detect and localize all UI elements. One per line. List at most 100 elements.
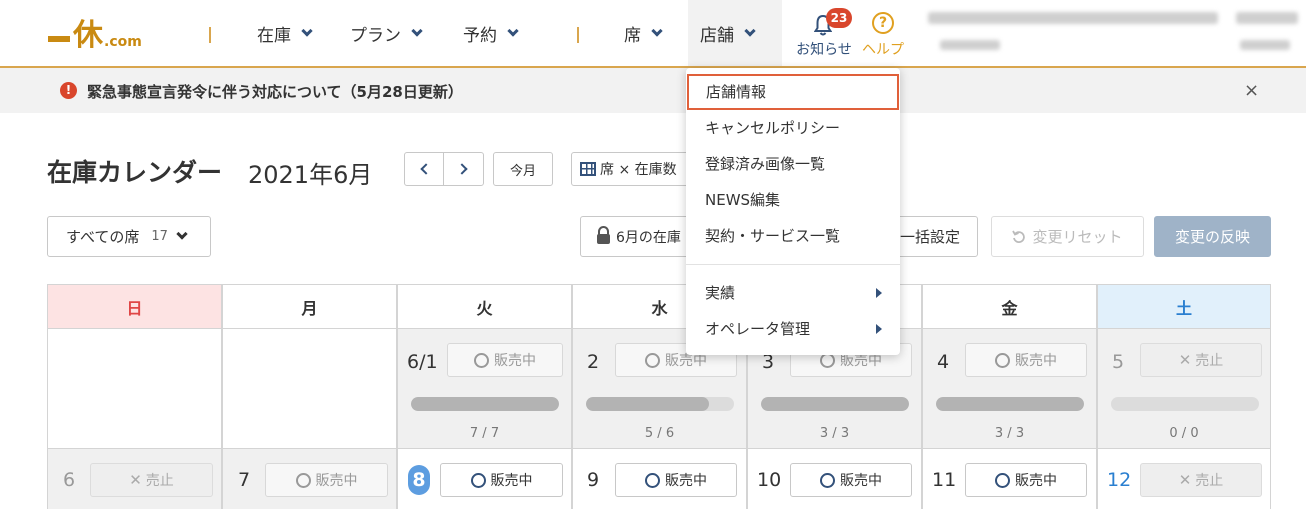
lock-inventory-button[interactable]: 6月の在庫	[580, 216, 700, 257]
calendar-empty-cell	[222, 328, 397, 449]
day-number: 4	[937, 351, 950, 373]
status-button[interactable]: 販売中	[265, 463, 388, 497]
logo[interactable]: 休 .com	[48, 14, 142, 54]
day-number: 10	[757, 469, 782, 491]
apply-changes-button[interactable]: 変更の反映	[1154, 216, 1271, 257]
nav-reservation[interactable]: 予約	[451, 0, 529, 66]
logo-bar	[48, 36, 70, 42]
status-button[interactable]: 販売中	[965, 343, 1087, 377]
circle-icon	[470, 472, 486, 488]
chevron-down-icon	[301, 24, 313, 37]
help-button[interactable]: ? ヘルプ	[858, 8, 908, 60]
calendar-day-cell[interactable]: 10 販売中	[747, 448, 922, 509]
nav-divider	[577, 27, 579, 43]
status-label: 販売中	[1015, 353, 1057, 369]
calendar-day-cell[interactable]: 4 販売中 3 / 3	[922, 328, 1097, 449]
stock-ratio: 5 / 6	[644, 426, 675, 441]
account-info-redacted	[1236, 12, 1298, 24]
next-month-button[interactable]	[443, 152, 484, 186]
circle-icon	[474, 352, 489, 368]
this-month-button[interactable]: 今月	[493, 152, 553, 186]
close-icon[interactable]: ×	[1244, 80, 1259, 101]
nav-divider	[209, 27, 211, 43]
menu-item-news-edit[interactable]: NEWS編集	[686, 182, 900, 218]
menu-item-contract-services[interactable]: 契約・サービス一覧	[686, 218, 900, 254]
menu-item-operator-admin[interactable]: オペレータ管理	[686, 311, 900, 347]
top-navigation-bar: 休 .com 在庫 プラン 予約 席 店舗 23 お知らせ ? ヘルプ	[0, 0, 1306, 68]
weekday-sun: 日	[47, 284, 222, 329]
day-number: 12	[1107, 469, 1132, 491]
nav-store-label: 店舗	[700, 25, 734, 46]
chevron-left-icon	[419, 163, 432, 175]
menu-item-cancel-policy[interactable]: キャンセルポリシー	[686, 110, 900, 146]
view-toggle-label: 席 × 在庫数	[600, 162, 677, 178]
status-button[interactable]: 販売中	[790, 463, 912, 497]
undo-icon	[1012, 230, 1026, 243]
view-toggle-button[interactable]: 席 × 在庫数	[571, 152, 691, 186]
account-info-redacted	[940, 40, 1000, 50]
circle-icon	[820, 472, 835, 488]
reset-changes-button[interactable]: 変更リセット	[991, 216, 1144, 257]
calendar-day-cell[interactable]: 7 販売中	[222, 448, 397, 509]
nav-inventory[interactable]: 在庫	[245, 0, 323, 66]
status-button[interactable]: ✕ 売止	[1140, 463, 1262, 497]
notifications-label: お知らせ	[796, 42, 852, 58]
calendar-empty-cell	[47, 328, 222, 449]
stock-progress-bar	[1111, 397, 1259, 411]
status-button[interactable]: 販売中	[965, 463, 1087, 497]
chevron-down-icon	[651, 24, 663, 37]
notice-link[interactable]: 緊急事態宣言発令に伴う対応について（5月28日更新）	[87, 81, 463, 102]
status-button[interactable]: ✕ 売止	[1140, 343, 1262, 377]
menu-item-store-info[interactable]: 店舗情報	[687, 74, 899, 110]
account-info-redacted	[928, 12, 1218, 24]
status-label: 売止	[145, 473, 174, 489]
calendar-day-cell[interactable]: 12 ✕ 売止	[1097, 448, 1271, 509]
stock-ratio: 3 / 3	[819, 426, 850, 441]
nav-seat[interactable]: 席	[612, 0, 673, 66]
calendar-day-cell-today[interactable]: 8 販売中	[397, 448, 572, 509]
weekday-tue: 火	[397, 284, 572, 329]
nav-store[interactable]: 店舗	[688, 0, 782, 66]
status-button[interactable]: 販売中	[447, 343, 563, 377]
logo-kanji: 休	[73, 18, 103, 53]
circle-icon	[295, 472, 311, 488]
menu-divider	[686, 264, 900, 265]
stock-progress-bar	[936, 397, 1084, 411]
status-button[interactable]: 販売中	[440, 463, 563, 497]
calendar-day-cell[interactable]: 5 ✕ 売止 0 / 0	[1097, 328, 1271, 449]
day-number: 9	[587, 469, 600, 491]
menu-item-image-list[interactable]: 登録済み画像一覧	[686, 146, 900, 182]
notifications-button[interactable]: 23 お知らせ	[794, 8, 854, 60]
status-label: 販売中	[494, 353, 536, 369]
status-button[interactable]: 販売中	[615, 463, 737, 497]
stock-progress-bar	[411, 397, 559, 411]
calendar-day-cell[interactable]: 6 ✕ 売止	[47, 448, 222, 509]
chevron-down-icon	[176, 228, 188, 240]
close-icon: ✕	[1178, 471, 1192, 489]
circle-icon	[645, 472, 660, 488]
lock-icon	[597, 225, 610, 244]
calendar-day-cell[interactable]: 6/1 販売中 7 / 7	[397, 328, 572, 449]
account-info-redacted	[1240, 40, 1290, 50]
menu-item-operator-admin-label: オペレータ管理	[705, 320, 811, 338]
status-label: 売止	[1195, 473, 1224, 489]
day-number: 5	[1112, 351, 1125, 373]
calendar-day-cell[interactable]: 11 販売中	[922, 448, 1097, 509]
status-button[interactable]: ✕ 売止	[90, 463, 213, 497]
caret-right-icon	[876, 324, 882, 334]
seat-filter-select[interactable]: すべての席 17	[47, 216, 211, 257]
chevron-right-icon	[456, 163, 468, 175]
chevron-down-icon	[744, 24, 756, 37]
notice-banner: ! 緊急事態宣言発令に伴う対応について（5月28日更新） ×	[0, 68, 1306, 113]
seat-count: 17	[151, 229, 168, 244]
stock-progress-fill	[936, 397, 1084, 411]
status-label: 販売中	[315, 473, 358, 489]
help-icon: ?	[872, 12, 894, 34]
prev-month-button[interactable]	[404, 152, 444, 186]
day-number: 6	[63, 469, 76, 491]
menu-item-performance[interactable]: 実績	[686, 275, 900, 311]
nav-plan-label: プラン	[350, 25, 401, 46]
nav-plan[interactable]: プラン	[338, 0, 433, 66]
weekday-fri: 金	[922, 284, 1097, 329]
calendar-day-cell[interactable]: 9 販売中	[572, 448, 747, 509]
